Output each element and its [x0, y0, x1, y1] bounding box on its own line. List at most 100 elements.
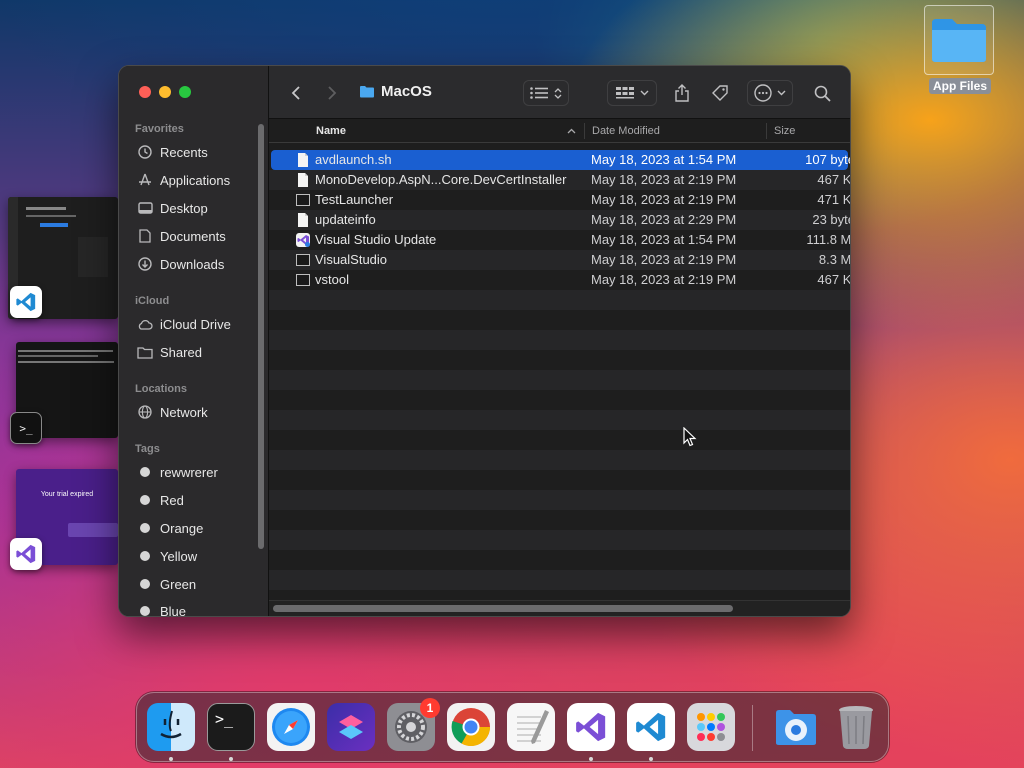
sidebar-item-icloud-drive[interactable]: iCloud Drive [137, 313, 231, 335]
file-date: May 18, 2023 at 2:29 PM [591, 212, 737, 227]
share-button[interactable] [669, 80, 695, 106]
group-button[interactable] [607, 80, 657, 106]
column-header: Name Date Modified Size [269, 119, 850, 143]
column-header-date[interactable]: Date Modified [592, 125, 660, 137]
file-size: 107 byte [805, 152, 851, 167]
grid-icon [615, 86, 634, 98]
visual-studio-icon [576, 712, 606, 742]
sidebar-scrollbar[interactable] [258, 124, 264, 549]
horizontal-scrollbar[interactable] [273, 605, 733, 612]
finder-content: MacOS Name Date Modified Size avdlaunch.… [269, 66, 850, 616]
dock-visual-studio[interactable] [567, 703, 615, 751]
sidebar-item-label: Desktop [160, 200, 208, 216]
file-row-updateinfo[interactable]: updateinfo May 18, 2023 at 2:29 PM 23 by… [269, 210, 850, 230]
close-button[interactable] [139, 86, 151, 98]
action-menu-button[interactable] [747, 80, 793, 106]
dock-terminal[interactable]: >_ [207, 703, 255, 751]
sidebar-tag-orange[interactable]: Orange [137, 517, 203, 539]
file-size: 8.3 MI [818, 252, 851, 267]
file-date: May 18, 2023 at 2:19 PM [591, 252, 737, 267]
sidebar-tag-blue[interactable]: Blue [137, 600, 187, 617]
file-row-vstool[interactable]: vstool May 18, 2023 at 2:19 PM 467 KI [269, 270, 850, 290]
terminal-icon: >_ [10, 412, 42, 444]
search-icon [814, 85, 831, 102]
search-button[interactable] [809, 80, 835, 106]
document-icon [137, 228, 153, 244]
view-mode-button[interactable] [523, 80, 569, 106]
sidebar-item-label: Downloads [160, 256, 225, 272]
document-icon [298, 173, 308, 187]
dock-trash[interactable] [832, 703, 880, 751]
dock-launchpad[interactable] [687, 703, 735, 751]
dock-shortcuts[interactable] [327, 703, 375, 751]
finder-sidebar: Favorites Recents Applications Desktop D… [119, 66, 269, 616]
dock-vscode[interactable] [627, 703, 675, 751]
minimize-button[interactable] [159, 86, 171, 98]
sidebar-item-label: Recents [160, 144, 208, 160]
launchpad-icon [697, 713, 725, 741]
vscode-icon [636, 712, 666, 742]
shared-folder-icon [137, 344, 153, 360]
horizontal-scroll-track [269, 600, 850, 616]
sidebar-item-shared[interactable]: Shared [137, 341, 202, 363]
sidebar-tag-yellow[interactable]: Yellow [137, 545, 197, 567]
tag-dot-icon [140, 467, 150, 477]
tag-button[interactable] [707, 80, 733, 106]
file-row-testlauncher[interactable]: TestLauncher May 18, 2023 at 2:19 PM 471… [269, 190, 850, 210]
file-row-avdlaunch[interactable]: avdlaunch.sh May 18, 2023 at 1:54 PM 107… [271, 150, 851, 170]
sidebar-tag-red[interactable]: Red [137, 489, 184, 511]
mouse-cursor-icon [683, 427, 697, 447]
column-header-name[interactable]: Name [316, 125, 346, 137]
sidebar-item-downloads[interactable]: Downloads [137, 253, 224, 275]
tag-dot-icon [140, 551, 150, 561]
sidebar-header-icloud: iCloud [135, 295, 170, 307]
file-name: updateinfo [315, 212, 376, 227]
forward-button[interactable] [319, 80, 345, 106]
finder-window[interactable]: Favorites Recents Applications Desktop D… [118, 65, 851, 617]
chevron-updown-icon [554, 87, 562, 99]
dock-textedit[interactable] [507, 703, 555, 751]
dock-finder[interactable] [147, 703, 195, 751]
file-date: May 18, 2023 at 2:19 PM [591, 192, 737, 207]
window-title: MacOS [359, 83, 432, 100]
sidebar-item-applications[interactable]: Applications [137, 169, 230, 191]
sidebar-item-label: Blue [160, 603, 187, 617]
tag-icon [712, 85, 728, 101]
more-icon [754, 84, 772, 102]
share-icon [675, 84, 689, 102]
sidebar-item-label: Red [160, 492, 184, 508]
sidebar-item-label: Orange [160, 520, 204, 536]
exec-icon [296, 274, 310, 286]
file-size: 467 KI [817, 172, 851, 187]
chevron-right-icon [328, 86, 337, 100]
sidebar-item-label: Shared [160, 344, 202, 360]
sidebar-item-recents[interactable]: Recents [137, 141, 208, 163]
back-button[interactable] [283, 80, 309, 106]
sidebar-tag-rewwrerer[interactable]: rewwrerer [137, 461, 218, 483]
sidebar-item-desktop[interactable]: Desktop [137, 197, 208, 219]
sidebar-item-documents[interactable]: Documents [137, 225, 226, 247]
zoom-button[interactable] [179, 86, 191, 98]
textedit-icon [517, 710, 549, 744]
column-header-size[interactable]: Size [774, 125, 795, 137]
dock-system-settings[interactable]: 1 [387, 698, 440, 751]
file-size: 111.8 MI [806, 232, 851, 247]
document-icon [298, 213, 308, 227]
trash-icon [839, 706, 873, 749]
dock-chrome-folder[interactable] [772, 703, 820, 751]
file-row-visualstudio[interactable]: VisualStudio May 18, 2023 at 2:19 PM 8.3… [269, 250, 850, 270]
sidebar-tag-green[interactable]: Green [137, 573, 196, 595]
dock-safari[interactable] [267, 703, 315, 751]
sidebar-item-network[interactable]: Network [137, 401, 208, 423]
sidebar-item-label: rewwrerer [160, 464, 218, 480]
shortcuts-icon [339, 715, 363, 739]
sort-ascending-icon [567, 128, 576, 134]
file-row-monodevelop[interactable]: MonoDevelop.AspN...Core.DevCertInstaller… [269, 170, 850, 190]
desktop-folder-app-files[interactable]: App Files [924, 5, 996, 95]
tag-dot-icon [140, 495, 150, 505]
file-date: May 18, 2023 at 2:19 PM [591, 172, 737, 187]
dock-chrome[interactable] [447, 703, 495, 751]
sidebar-item-label: Yellow [160, 548, 198, 564]
file-row-visual-studio-update[interactable]: Visual Studio Update May 18, 2023 at 1:5… [269, 230, 850, 250]
safari-icon [272, 708, 310, 746]
